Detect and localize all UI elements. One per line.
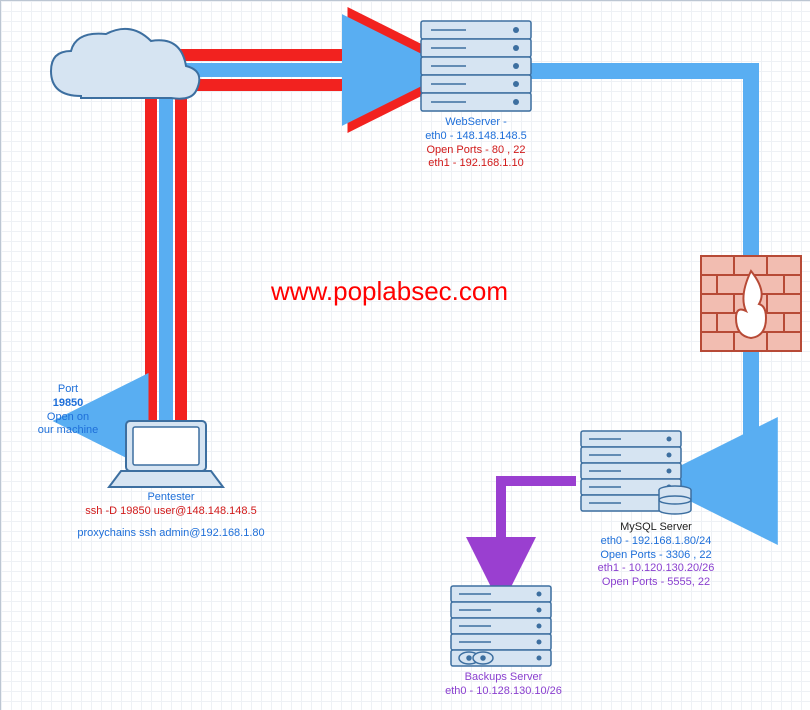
firewall-icon [701,256,801,351]
pentester-ssh: ssh -D 19850 user@148.148.148.5 [61,505,281,519]
webserver-icon [421,21,531,111]
watermark-text: www.poplabsec.com [271,276,508,307]
webserver-l2: eth0 - 148.148.148.5 [401,130,551,144]
mysql-l4: eth1 - 10.120.130.20/26 [571,562,741,576]
pentester-proxy: proxychains ssh admin@192.168.1.80 [61,527,281,541]
cloud-icon [51,29,199,99]
pentester-icon [109,421,223,487]
mysql-server-icon [581,431,691,514]
mysql-l5: Open Ports - 5555, 22 [571,576,741,590]
webserver-l4: eth1 - 192.168.1.10 [401,157,551,171]
mysql-l3: Open Ports - 3306 , 22 [571,549,741,563]
backups-l2: eth0 - 10.128.130.10/26 [421,685,586,699]
webserver-l1: WebServer - [401,116,551,130]
port-open-l1: Port [58,383,78,395]
mysql-l2: eth0 - 192.168.1.80/24 [571,535,741,549]
port-open-l3: Open on [47,411,89,423]
port-open-label: Port 19850 Open on our machine [33,383,103,438]
diagram-canvas: www.poplabsec.com Port 19850 Open on our… [0,0,810,710]
pentester-label-block: Pentester ssh -D 19850 user@148.148.148.… [61,491,281,540]
webserver-l3: Open Ports - 80 , 22 [401,144,551,158]
nodes-layer [1,1,810,710]
mysql-l1: MySQL Server [571,521,741,535]
webserver-label-block: WebServer - eth0 - 148.148.148.5 Open Po… [401,116,551,171]
mysql-label-block: MySQL Server eth0 - 192.168.1.80/24 Open… [571,521,741,590]
port-open-l2: 19850 [53,397,84,409]
port-open-l4: our machine [38,424,99,436]
backups-label-block: Backups Server eth0 - 10.128.130.10/26 [421,671,586,699]
pentester-title: Pentester [61,491,281,505]
backups-server-icon [451,586,551,666]
backups-l1: Backups Server [421,671,586,685]
